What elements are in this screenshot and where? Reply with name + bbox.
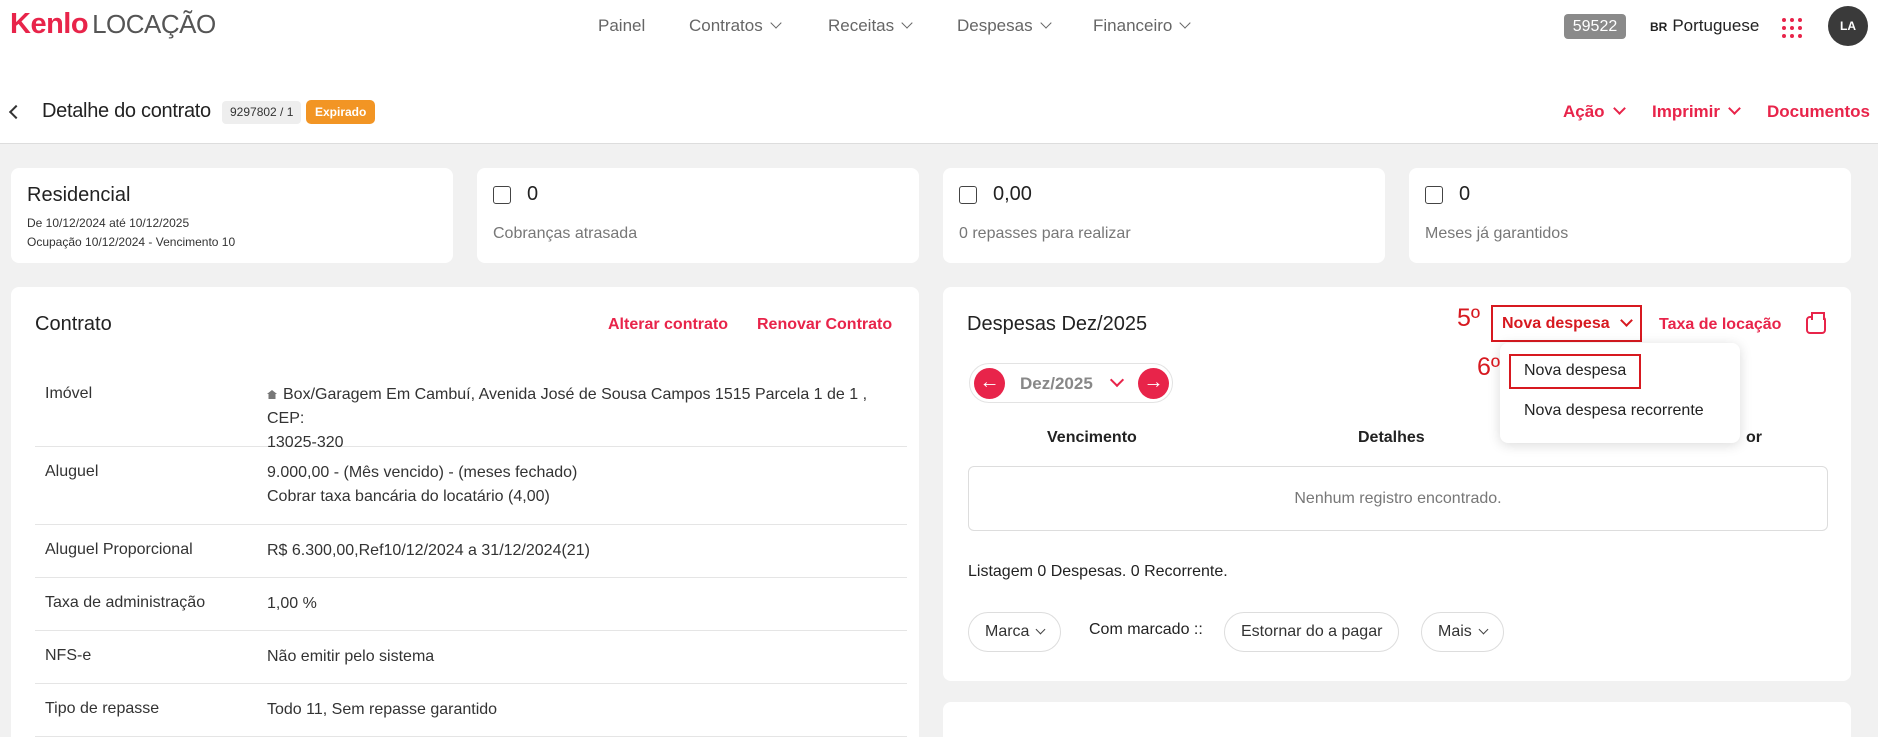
contract-panel: Contrato Alterar contrato Renovar Contra… — [11, 287, 919, 737]
chevron-down-icon — [1612, 102, 1626, 115]
dropdown-item-nova-despesa-recorrente[interactable]: Nova despesa recorrente — [1524, 402, 1704, 420]
chevron-down-icon — [1036, 624, 1046, 635]
nova-despesa-button[interactable]: Nova despesa — [1491, 305, 1642, 342]
mais-button[interactable]: Mais — [1421, 612, 1504, 652]
nav-painel[interactable]: Painel — [598, 16, 645, 36]
com-marcado-label: Com marcado :: — [1089, 621, 1203, 638]
detail-row-tipo-repasse: Tipo de repasse Todo 11, Sem repasse gar… — [35, 684, 907, 737]
transfer-icon — [959, 186, 977, 204]
renovar-contrato-link[interactable]: Renovar Contrato — [757, 316, 892, 334]
flag-icon: BR — [1650, 20, 1668, 34]
marca-button[interactable]: Marca — [968, 612, 1062, 652]
detail-row-taxa-administracao: Taxa de administração 1,00 % — [35, 578, 907, 631]
user-avatar[interactable]: LA — [1828, 6, 1868, 46]
page-header: Detalhe do contrato 9297802 / 1 Expirado… — [0, 56, 1878, 144]
contract-type-title: Residencial — [27, 184, 131, 206]
step-6-highlight — [1509, 354, 1641, 389]
overdue-icon — [493, 186, 511, 204]
top-bar: Kenlo LOCAÇÃO Painel Contratos Receitas D… — [0, 0, 1878, 56]
nav-financeiro[interactable]: Financeiro — [1093, 16, 1192, 36]
prev-month-button[interactable]: ← — [974, 368, 1005, 399]
nav-contratos[interactable]: Contratos — [689, 16, 782, 36]
acao-menu-button[interactable]: Ação — [1563, 102, 1626, 122]
overdue-card: 0 Cobranças atrasada — [477, 168, 919, 263]
empty-state: Nenhum registro encontrado. — [968, 466, 1828, 531]
chevron-down-icon — [1728, 102, 1741, 115]
col-vencimento: Vencimento — [1047, 429, 1137, 446]
page-title: Detalhe do contrato — [42, 100, 211, 122]
chevron-down-icon — [1619, 314, 1633, 327]
month-label[interactable]: Dez/2025 — [1020, 374, 1093, 394]
print-icon[interactable] — [1806, 312, 1826, 334]
calendar-icon — [1425, 186, 1443, 204]
chevron-down-icon — [1039, 17, 1052, 29]
contract-panel-title: Contrato — [35, 313, 112, 335]
step-6-annotation: 6º — [1477, 353, 1501, 381]
next-panel — [943, 702, 1851, 737]
expenses-panel-title: Despesas Dez/2025 — [967, 313, 1148, 335]
documentos-link[interactable]: Documentos — [1767, 102, 1870, 122]
account-count-badge[interactable]: 59522 — [1564, 14, 1626, 39]
transfers-card: 0,00 0 repasses para realizar — [943, 168, 1385, 263]
language-selector[interactable]: BR Portuguese — [1650, 16, 1759, 36]
detail-row-imovel: Imóvel Box/Garagem Em Cambuí, Avenida Jo… — [35, 367, 907, 451]
nav-despesas[interactable]: Despesas — [957, 16, 1052, 36]
chevron-down-icon — [770, 17, 782, 29]
detail-row-nfse: NFS-e Não emitir pelo sistema — [35, 631, 907, 684]
detail-row-aluguel: Aluguel 9.000,00 - (Mês vencido) - (mese… — [35, 447, 907, 525]
nav-receitas[interactable]: Receitas — [828, 16, 913, 36]
contract-id-badge: 9297802 / 1 — [222, 101, 302, 124]
guaranteed-months-card: 0 Meses já garantidos — [1409, 168, 1851, 263]
status-badge: Expirado — [306, 100, 376, 124]
col-valor: or — [1746, 429, 1762, 446]
contract-type-card: Residencial De 10/12/2024 até 10/12/2025… — [11, 168, 453, 263]
apps-grid-icon[interactable] — [1782, 18, 1802, 38]
step-5-annotation: 5º — [1457, 304, 1481, 332]
month-picker: ← Dez/2025 → — [969, 363, 1173, 403]
back-arrow-icon[interactable] — [8, 104, 24, 120]
estornar-button[interactable]: Estornar do a pagar — [1224, 612, 1400, 652]
chevron-down-icon[interactable] — [1109, 372, 1125, 388]
taxa-locacao-link[interactable]: Taxa de locação — [1659, 316, 1781, 334]
home-icon — [267, 390, 277, 399]
next-month-button[interactable]: → — [1138, 368, 1169, 399]
col-detalhes: Detalhes — [1358, 429, 1425, 446]
listing-summary: Listagem 0 Despesas. 0 Recorrente. — [968, 563, 1228, 580]
imprimir-menu-button[interactable]: Imprimir — [1652, 102, 1741, 122]
contract-period: De 10/12/2024 até 10/12/2025 — [27, 216, 190, 230]
chevron-down-icon — [1478, 624, 1489, 635]
chevron-down-icon — [901, 17, 913, 29]
chevron-down-icon — [1179, 17, 1192, 29]
contract-occupancy: Ocupação 10/12/2024 - Vencimento 10 — [27, 235, 236, 249]
alterar-contrato-link[interactable]: Alterar contrato — [608, 316, 728, 334]
detail-row-aluguel-proporcional: Aluguel Proporcional R$ 6.300,00,Ref10/1… — [35, 525, 907, 578]
